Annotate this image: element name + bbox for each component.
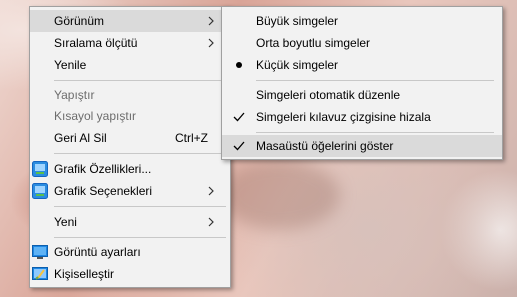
chevron-right-icon [208,211,216,233]
menu-item-label: Masaüstü öğelerini göster [256,139,394,153]
menu-item-graphics-options[interactable]: Grafik Seçenekleri [30,180,230,202]
menu-item-sort-by[interactable]: Sıralama ölçütü [30,32,230,54]
menu-item-label: Geri Al Sil [54,131,107,145]
graphics-properties-icon [32,161,48,177]
menu-item-new[interactable]: Yeni [30,211,230,233]
display-settings-icon [32,244,48,260]
menu-item-view[interactable]: Görünüm [30,10,230,32]
menu-item-label: Sıralama ölçütü [54,36,138,50]
menu-item-paste: Yapıştır [30,84,230,106]
check-icon [231,106,247,128]
menu-item-label: Yapıştır [54,88,95,102]
desktop-context-menu: Görünüm Sıralama ölçütü Yenile Yapıştır … [29,6,231,288]
menu-separator [54,237,226,238]
menu-item-label: Grafik Özellikleri... [54,162,152,176]
menu-item-undo-delete[interactable]: Geri Al Sil Ctrl+Z [30,127,230,149]
menu-item-label: Görüntü ayarları [54,245,141,259]
menu-item-refresh[interactable]: Yenile [30,54,230,76]
bullet-icon [231,54,247,76]
submenu-item-auto-arrange[interactable]: Simgeleri otomatik düzenle [222,84,502,106]
menu-item-shortcut: Ctrl+Z [175,131,208,145]
menu-item-label: Grafik Seçenekleri [54,184,153,198]
menu-item-label: Büyük simgeler [256,14,339,28]
menu-item-label: Simgeleri kılavuz çizgisine hizala [256,110,431,124]
check-icon [231,135,247,157]
menu-item-label: Kısayol yapıştır [54,109,137,123]
menu-item-paste-shortcut: Kısayol yapıştır [30,105,230,127]
view-submenu: Büyük simgeler Orta boyutlu simgeler Küç… [221,6,503,160]
submenu-item-large-icons[interactable]: Büyük simgeler [222,10,502,32]
menu-item-personalize[interactable]: Kişiselleştir [30,263,230,285]
menu-item-label: Küçük simgeler [256,58,339,72]
submenu-item-align-to-grid[interactable]: Simgeleri kılavuz çizgisine hizala [222,106,502,128]
menu-item-label: Orta boyutlu simgeler [256,36,371,50]
graphics-options-icon [32,183,48,199]
menu-item-display-settings[interactable]: Görüntü ayarları [30,241,230,263]
submenu-item-show-desktop-icons[interactable]: Masaüstü öğelerini göster [222,135,502,157]
wallpaper-detail [220,160,340,230]
menu-separator [54,153,226,154]
menu-item-label: Yenile [54,58,87,72]
menu-item-label: Yeni [54,215,77,229]
personalize-icon [32,266,48,282]
chevron-right-icon [208,180,216,202]
menu-item-label: Kişiselleştir [54,267,115,281]
chevron-right-icon [208,32,216,54]
menu-separator [256,80,494,81]
submenu-item-medium-icons[interactable]: Orta boyutlu simgeler [222,32,502,54]
menu-item-graphics-properties[interactable]: Grafik Özellikleri... [30,158,230,180]
menu-separator [54,206,226,207]
chevron-right-icon [208,10,216,32]
menu-item-label: Görünüm [54,14,105,28]
menu-item-label: Simgeleri otomatik düzenle [256,88,401,102]
submenu-item-small-icons[interactable]: Küçük simgeler [222,54,502,76]
menu-separator [54,80,226,81]
menu-separator [256,132,494,133]
